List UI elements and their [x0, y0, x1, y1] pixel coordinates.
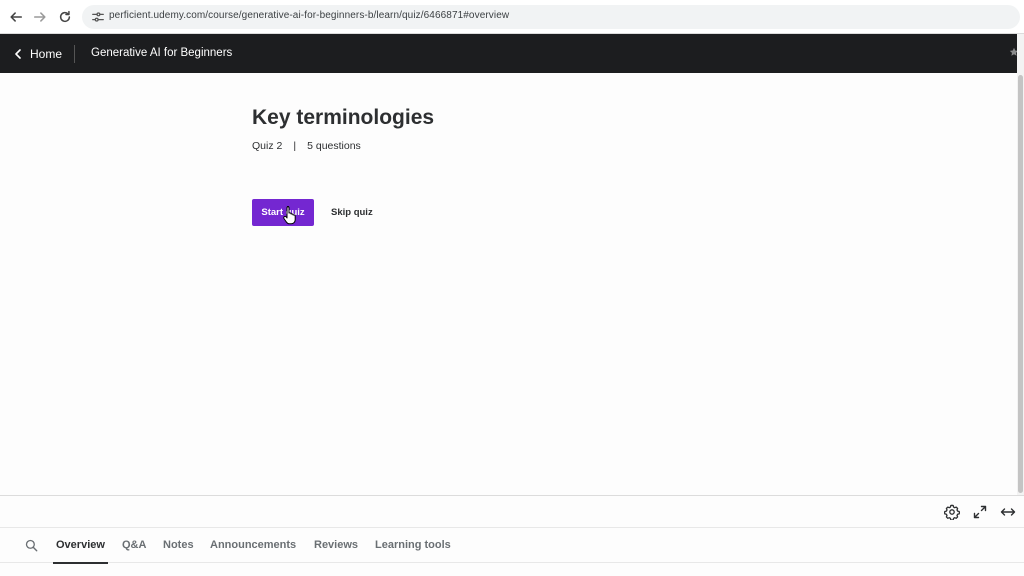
quiz-title: Key terminologies	[252, 106, 435, 129]
reload-icon[interactable]	[56, 8, 74, 26]
browser-toolbar: perficient.udemy.com/course/generative-a…	[0, 0, 1024, 34]
tab-learning-tools[interactable]: Learning tools	[375, 528, 451, 564]
tab-qa[interactable]: Q&A	[122, 528, 146, 564]
tab-announcements[interactable]: Announcements	[210, 528, 296, 564]
gear-icon[interactable]	[943, 504, 961, 521]
tab-overview[interactable]: Overview	[53, 528, 108, 564]
hand-cursor-icon	[283, 206, 296, 225]
course-title[interactable]: Generative AI for Beginners	[91, 34, 232, 73]
meta-separator: |	[293, 140, 297, 152]
course-header: Home Generative AI for Beginners	[0, 34, 1024, 73]
home-link[interactable]: Home	[14, 34, 62, 73]
course-tabs: Overview Q&A Notes Announcements Reviews…	[0, 527, 1024, 564]
scrollbar-thumb[interactable]	[1018, 75, 1023, 493]
tab-reviews[interactable]: Reviews	[314, 528, 358, 564]
forward-arrow-icon[interactable]	[31, 8, 49, 26]
quiz-number: Quiz 2	[252, 140, 283, 152]
back-arrow-icon[interactable]	[7, 8, 25, 26]
search-icon[interactable]	[25, 539, 38, 552]
chevron-left-icon	[15, 48, 21, 59]
tab-notes[interactable]: Notes	[163, 528, 194, 564]
header-divider	[74, 45, 75, 63]
player-controls-bar	[0, 495, 1024, 527]
site-settings-icon[interactable]	[91, 10, 105, 24]
skip-quiz-button[interactable]: Skip quiz	[326, 199, 378, 226]
question-count: 5 questions	[307, 140, 361, 152]
fullscreen-icon[interactable]	[972, 504, 988, 520]
quiz-meta: Quiz 2 | 5 questions	[252, 140, 361, 152]
url-text: perficient.udemy.com/course/generative-a…	[109, 10, 510, 21]
expand-horizontal-icon[interactable]	[1000, 504, 1016, 520]
address-bar[interactable]: perficient.udemy.com/course/generative-a…	[82, 5, 1020, 29]
home-label: Home	[30, 46, 63, 61]
